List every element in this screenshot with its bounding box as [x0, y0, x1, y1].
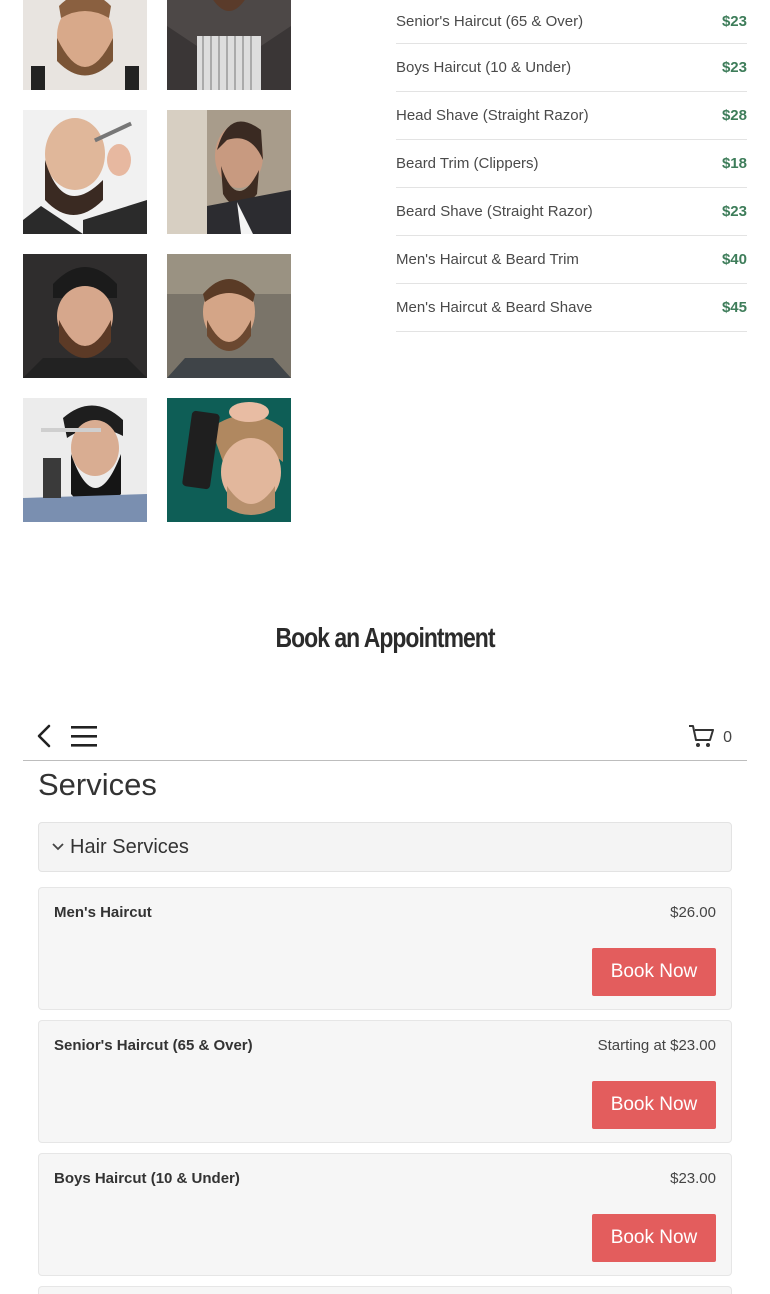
- service-card: [38, 1286, 732, 1294]
- gallery-image[interactable]: [167, 398, 291, 522]
- gallery-image[interactable]: [23, 0, 147, 90]
- service-card: Boys Haircut (10 & Under) $23.00 Book No…: [38, 1153, 732, 1276]
- book-now-button[interactable]: Book Now: [592, 948, 716, 996]
- price-name: Beard Shave (Straight Razor): [396, 203, 593, 220]
- service-name: Senior's Haircut (65 & Over): [54, 1037, 253, 1054]
- shopping-cart-icon[interactable]: [688, 724, 714, 748]
- gallery-image[interactable]: [23, 254, 147, 378]
- price-row: Men's Haircut & Beard Trim $40: [396, 236, 747, 284]
- price-value: $40: [721, 251, 747, 268]
- service-card: Men's Haircut $26.00 Book Now: [38, 887, 732, 1010]
- hair-services-category[interactable]: Hair Services: [38, 822, 732, 872]
- service-card: Senior's Haircut (65 & Over) Starting at…: [38, 1020, 732, 1143]
- price-name: Men's Haircut & Beard Trim: [396, 251, 579, 268]
- price-name: Boys Haircut (10 & Under): [396, 59, 572, 76]
- service-name: Boys Haircut (10 & Under): [54, 1170, 240, 1187]
- price-value: $23: [721, 203, 747, 220]
- book-now-button[interactable]: Book Now: [592, 1081, 716, 1129]
- category-label: Hair Services: [70, 836, 189, 858]
- price-value: $18: [721, 155, 747, 172]
- chevron-down-icon: [51, 839, 65, 853]
- price-row: Beard Trim (Clippers) $18: [396, 140, 747, 188]
- service-name: Men's Haircut: [54, 904, 152, 921]
- gallery-image[interactable]: [23, 398, 147, 522]
- cart-count: 0: [723, 729, 732, 746]
- service-price: $26.00: [670, 904, 716, 921]
- book-appointment-heading: Book an Appointment: [275, 622, 496, 653]
- service-price: $23.00: [670, 1170, 716, 1187]
- back-arrow-icon[interactable]: [35, 724, 55, 748]
- price-value: $45: [721, 299, 747, 316]
- hamburger-menu-icon[interactable]: [70, 724, 98, 748]
- price-name: Beard Trim (Clippers): [396, 155, 539, 172]
- price-name: Head Shave (Straight Razor): [396, 107, 589, 124]
- price-name: Men's Haircut & Beard Shave: [396, 299, 593, 316]
- price-row: Boys Haircut (10 & Under) $23: [396, 44, 747, 92]
- service-price: Starting at $23.00: [597, 1037, 716, 1054]
- price-row: Senior's Haircut (65 & Over) $23: [396, 0, 747, 44]
- gallery-image[interactable]: [167, 110, 291, 234]
- price-value: $23: [721, 13, 747, 30]
- price-value: $23: [721, 59, 747, 76]
- gallery-image[interactable]: [167, 0, 291, 90]
- services-title: Services: [38, 767, 157, 802]
- gallery-image[interactable]: [23, 110, 147, 234]
- gallery-image[interactable]: [167, 254, 291, 378]
- book-now-button[interactable]: Book Now: [592, 1214, 716, 1262]
- price-list: Senior's Haircut (65 & Over) $23 Boys Hai…: [396, 0, 747, 332]
- booking-widget: 0 Services Hair Services Men's Haircut $…: [23, 712, 747, 1294]
- price-name: Senior's Haircut (65 & Over): [396, 13, 584, 30]
- price-row: Men's Haircut & Beard Shave $45: [396, 284, 747, 332]
- price-value: $28: [721, 107, 747, 124]
- price-row: Head Shave (Straight Razor) $28: [396, 92, 747, 140]
- widget-toolbar: 0: [23, 712, 747, 761]
- price-row: Beard Shave (Straight Razor) $23: [396, 188, 747, 236]
